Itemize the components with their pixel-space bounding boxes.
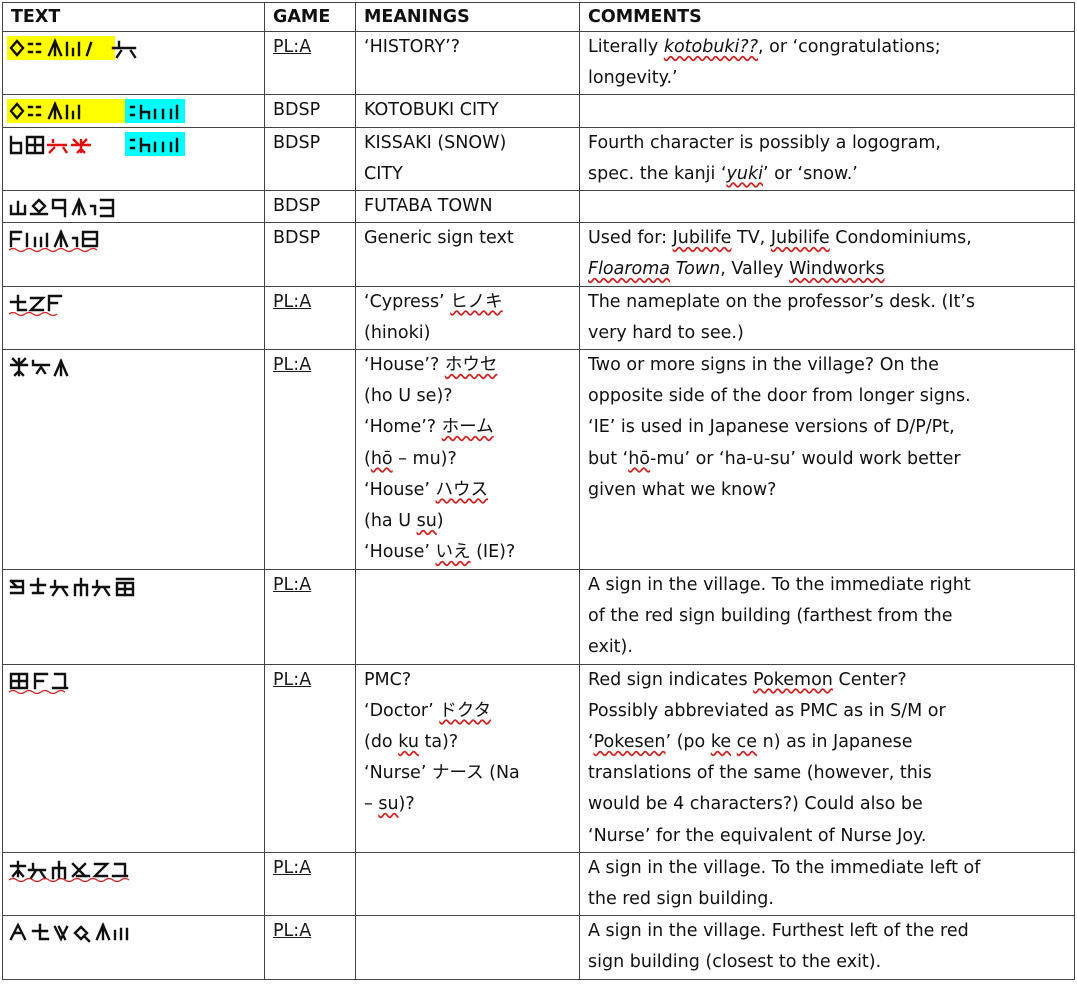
meanings-cell	[355, 915, 580, 980]
table-row: PL:A A sign in the village. To the immed…	[2, 851, 1075, 917]
unown-glyphs-history	[7, 36, 137, 60]
header-game: GAME	[264, 2, 356, 32]
meanings-cell	[355, 569, 580, 665]
comments-cell: Two or more signs in the village? On the…	[579, 349, 1075, 571]
table-row: PL:A PMC? ‘Doctor’ ドクタ (do ku ta)? ‘Nurs…	[2, 663, 1075, 853]
meanings-cell: ‘House’? ホウセ (ho U se)? ‘Home’? ホーム (hō …	[355, 349, 580, 571]
comments-cell	[579, 94, 1075, 128]
table-row: BDSP FUTABA TOWN	[2, 190, 1075, 224]
meanings-cell: PMC? ‘Doctor’ ドクタ (do ku ta)? ‘Nurse’ ナー…	[355, 663, 580, 853]
glyph-text	[2, 851, 265, 917]
glyph-text	[2, 30, 265, 96]
glyph-text	[2, 349, 265, 571]
meanings-cell: KOTOBUKI CITY	[355, 94, 580, 128]
header-comments: COMMENTS	[579, 2, 1075, 32]
glyph-text	[2, 190, 265, 224]
table-row: PL:A ‘HISTORY’? Literally kotobuki??, or…	[2, 30, 1075, 96]
comments-cell: Red sign indicates Pokemon Center? Possi…	[579, 663, 1075, 853]
table-row: BDSP KISSAKI (SNOW) CITY Fourth character…	[2, 126, 1075, 192]
comments-cell: The nameplate on the professor’s desk. (…	[579, 285, 1075, 351]
meanings-cell: ‘HISTORY’?	[355, 30, 580, 96]
comments-cell	[579, 190, 1075, 224]
glyph-text	[2, 569, 265, 665]
unown-glyphs-house	[9, 357, 69, 377]
game-tag[interactable]: PL:A	[273, 575, 311, 595]
game-tag: BDSP	[273, 196, 321, 217]
unown-glyphs-cypress	[8, 294, 63, 316]
game-tag[interactable]: PL:A	[273, 292, 311, 312]
header-row: TEXT GAME MEANINGS COMMENTS	[2, 2, 1075, 32]
game-tag[interactable]: PL:A	[273, 355, 311, 375]
unown-glyphs-pmc	[8, 672, 69, 694]
comments-cell: Literally kotobuki??, or ‘congratulation…	[579, 30, 1075, 96]
game-tag[interactable]: PL:A	[273, 670, 311, 690]
unown-glyphs-sign-right	[9, 577, 135, 597]
unown-glyphs-futaba	[9, 196, 115, 218]
meanings-cell: Generic sign text	[355, 222, 580, 287]
game-tag[interactable]: PL:A	[273, 858, 311, 878]
header-text: TEXT	[2, 2, 265, 32]
comments-cell: A sign in the village. To the immediate …	[579, 569, 1075, 665]
glyph-text	[2, 663, 265, 853]
meanings-cell: FUTABA TOWN	[355, 190, 580, 224]
glyph-text	[2, 126, 265, 192]
unown-glyphs-generic	[8, 229, 99, 253]
comments-cell: A sign in the village. To the immediate …	[579, 851, 1075, 917]
table-row: BDSP Generic sign text Used for: Jubilif…	[2, 222, 1075, 287]
meanings-cell: ‘Cypress’ ヒノキ (hinoki)	[355, 285, 580, 351]
comments-cell: A sign in the village. Furthest left of …	[579, 915, 1075, 980]
glyph-text	[2, 222, 265, 287]
header-meanings: MEANINGS	[355, 2, 580, 32]
unown-glyphs-sign-furthest-left	[9, 922, 129, 943]
glyph-text	[2, 94, 265, 128]
game-tag: BDSP	[273, 132, 321, 153]
unown-glyphs-kotobuki	[7, 99, 185, 124]
meanings-cell	[355, 851, 580, 917]
table-row: PL:A A sign in the village. To the immed…	[2, 569, 1075, 665]
unown-sign-table: TEXT GAME MEANINGS COMMENTS PL:A ‘HISTOR…	[2, 2, 1075, 980]
game-tag: BDSP	[273, 100, 321, 121]
unown-glyphs-kissaki	[9, 131, 185, 156]
game-tag[interactable]: PL:A	[273, 37, 311, 57]
comments-cell: Fourth character is possibly a logogram,…	[579, 126, 1075, 192]
table-row: PL:A ‘House’? ホウセ (ho U se)? ‘Home’? ホーム…	[2, 349, 1075, 571]
comments-cell: Used for: Jubilife TV, Jubilife Condomin…	[579, 222, 1075, 287]
game-tag: BDSP	[273, 228, 321, 249]
unown-glyphs-sign-left	[8, 860, 130, 882]
table-row: BDSP KOTOBUKI CITY	[2, 94, 1075, 128]
game-tag[interactable]: PL:A	[273, 921, 311, 941]
table-row: PL:A ‘Cypress’ ヒノキ (hinoki) The nameplate…	[2, 285, 1075, 351]
glyph-text	[2, 915, 265, 980]
meanings-cell: KISSAKI (SNOW) CITY	[355, 126, 580, 192]
glyph-text	[2, 285, 265, 351]
table-row: PL:A A sign in the village. Furthest lef…	[2, 915, 1075, 980]
